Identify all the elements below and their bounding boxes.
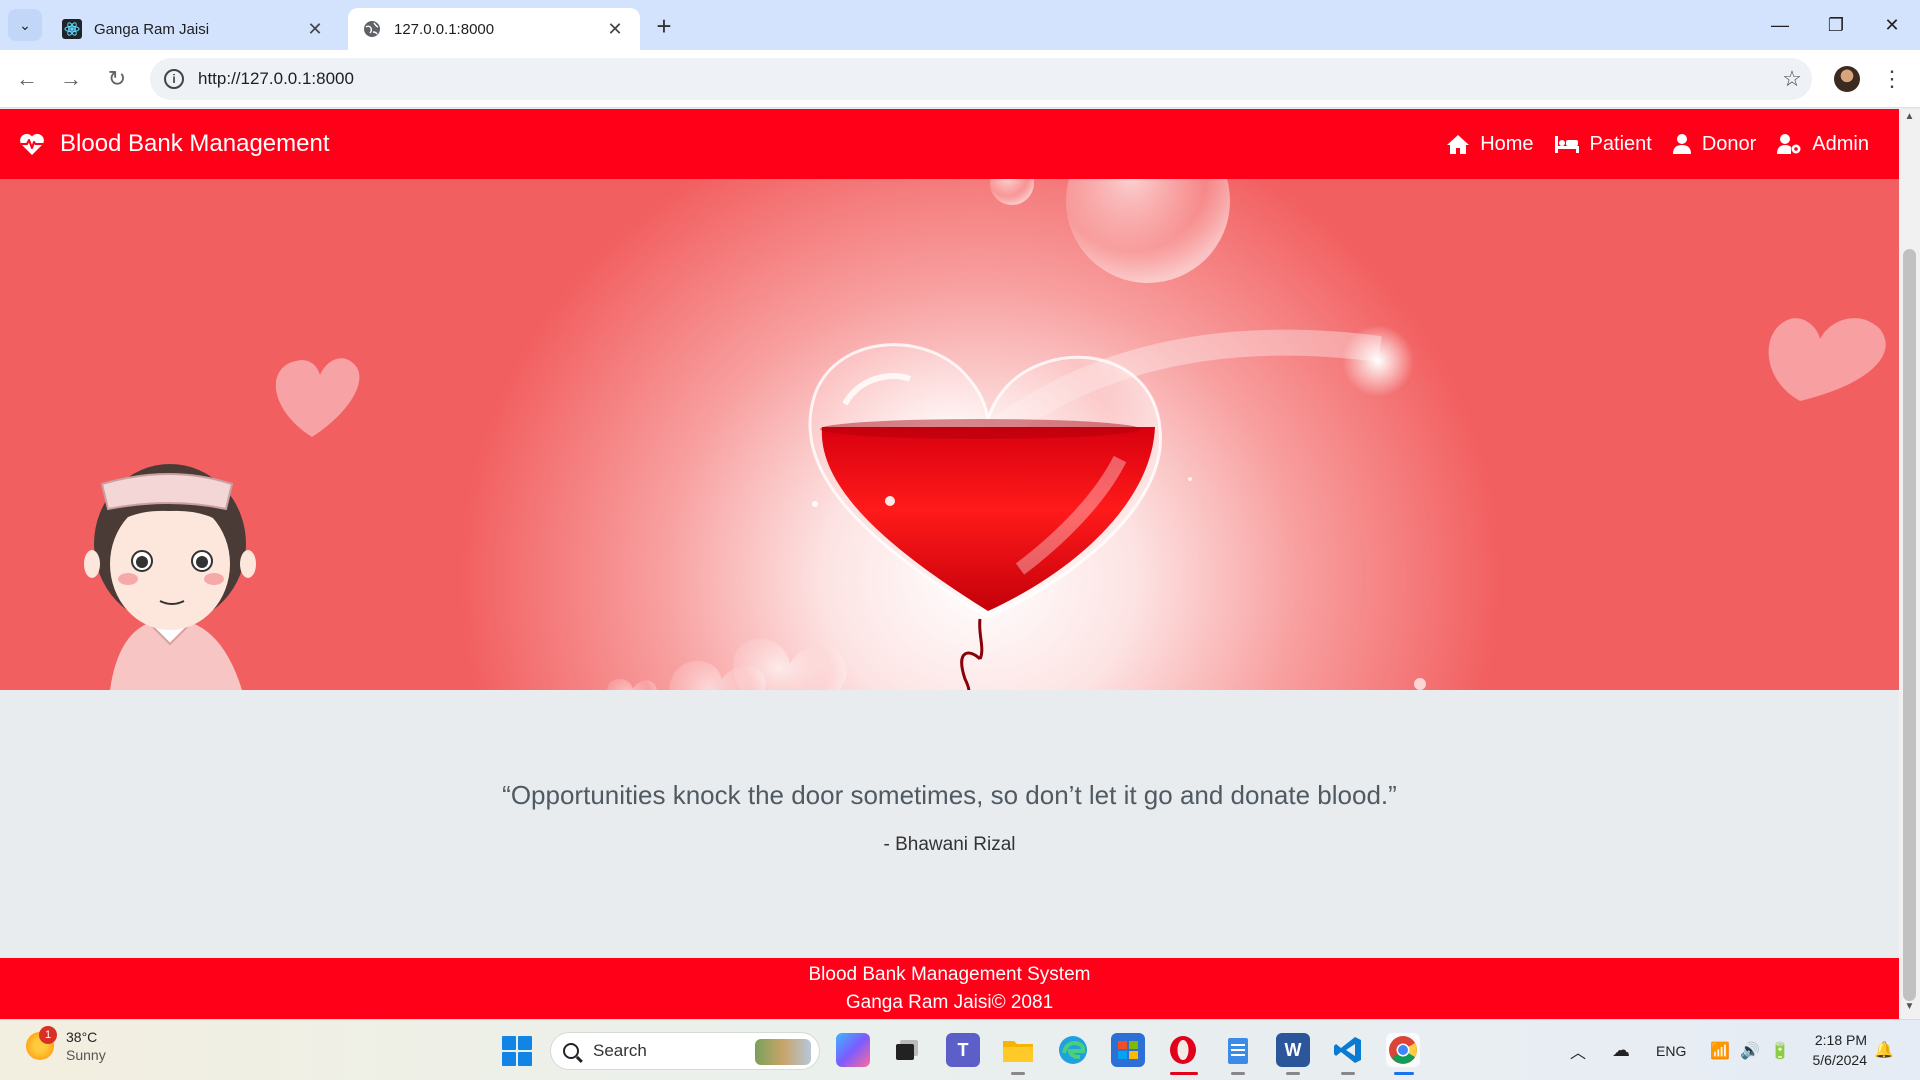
browser-menu-icon[interactable]: ⋮ <box>1881 64 1903 94</box>
taskbar: 1 38°C Sunny Search T W ︿ ☁ ENG 📶 🔊 🔋 2:… <box>0 1019 1920 1080</box>
back-icon[interactable]: ← <box>12 64 42 94</box>
running-indicator <box>1394 1072 1414 1075</box>
microsoft-store-icon[interactable] <box>1111 1033 1145 1067</box>
heart-balloon <box>808 343 1162 690</box>
language-indicator[interactable]: ENG <box>1656 1043 1686 1059</box>
vscode-icon[interactable] <box>1331 1033 1365 1067</box>
forward-icon[interactable]: → <box>56 64 86 94</box>
page-scrollbar[interactable]: ▲ ▼ <box>1899 109 1920 1019</box>
clock-time: 2:18 PM <box>1814 1032 1867 1048</box>
battery-icon[interactable]: 🔋 <box>1770 1041 1790 1061</box>
copilot-icon[interactable] <box>836 1033 870 1067</box>
bed-icon <box>1554 136 1579 153</box>
heartbeat-icon <box>20 133 44 155</box>
tab-title: 127.0.0.1:8000 <box>394 20 495 38</box>
hero-banner <box>0 179 1899 690</box>
nav-patient[interactable]: Patient <box>1554 133 1652 156</box>
notification-bell-icon[interactable]: 🔔 <box>1874 1040 1894 1060</box>
volume-icon[interactable]: 🔊 <box>1740 1041 1760 1061</box>
page-viewport: Blood Bank Management Home Patient Donor… <box>0 109 1899 1019</box>
tab-strip: ⌄ Ganga Ram Jaisi ✕ 127.0.0.1:8000 ✕ + —… <box>0 0 1920 50</box>
reload-icon[interactable]: ↻ <box>102 64 132 94</box>
nurse-illustration <box>84 464 256 690</box>
brand[interactable]: Blood Bank Management <box>18 130 330 158</box>
restore-icon[interactable]: ❐ <box>1808 0 1864 50</box>
search-highlight-image <box>755 1039 811 1065</box>
scroll-thumb[interactable] <box>1903 249 1916 1001</box>
edge-icon[interactable] <box>1056 1033 1090 1067</box>
address-bar[interactable]: i http://127.0.0.1:8000 ☆ <box>150 58 1812 100</box>
user-icon <box>1672 134 1691 154</box>
running-indicator <box>1231 1072 1245 1075</box>
clock[interactable]: 2:18 PM 5/6/2024 <box>1795 1030 1868 1070</box>
tab-title: Ganga Ram Jaisi <box>94 20 210 38</box>
close-icon[interactable]: ✕ <box>604 18 626 40</box>
windows-start-icon[interactable] <box>502 1036 532 1066</box>
close-icon[interactable]: ✕ <box>304 18 326 40</box>
nav-admin[interactable]: Admin <box>1776 133 1869 156</box>
running-indicator <box>1011 1072 1025 1075</box>
brand-title: Blood Bank Management <box>60 130 330 157</box>
system-tray: ︿ ☁ ENG 📶 🔊 🔋 <box>1570 1020 1790 1080</box>
search-icon <box>563 1043 579 1059</box>
chevron-up-icon[interactable]: ︿ <box>1570 1039 1586 1063</box>
sun-icon: 1 <box>26 1026 57 1060</box>
react-icon <box>62 19 82 39</box>
weather-temp: 38°C <box>66 1029 98 1045</box>
weather-condition: Sunny <box>66 1047 106 1063</box>
running-indicator <box>1286 1072 1300 1075</box>
scroll-up-icon[interactable]: ▲ <box>1903 111 1916 127</box>
site-info-icon[interactable]: i <box>164 69 184 89</box>
footer-copyright: Ganga Ram Jaisi© 2081 <box>845 992 1054 1013</box>
new-tab-button[interactable]: + <box>650 11 678 41</box>
chrome-icon[interactable] <box>1386 1033 1420 1067</box>
task-view-icon[interactable] <box>890 1033 924 1067</box>
browser-toolbar: ← → ↻ i http://127.0.0.1:8000 ☆ ⋮ <box>0 50 1920 108</box>
teams-icon[interactable]: T <box>946 1033 980 1067</box>
running-indicator <box>1341 1072 1355 1075</box>
bookmark-star-icon[interactable]: ☆ <box>1772 66 1812 92</box>
nav-admin-label: Admin <box>1812 132 1869 155</box>
url-text[interactable]: http://127.0.0.1:8000 <box>198 69 1772 89</box>
quote-text: “Opportunities knock the door sometimes,… <box>502 780 1397 810</box>
minimize-icon[interactable]: — <box>1752 0 1808 50</box>
footer: Blood Bank Management System Ganga Ram J… <box>0 958 1899 1019</box>
opera-icon[interactable] <box>1166 1033 1200 1067</box>
nav-home-label: Home <box>1480 132 1534 155</box>
notepad-icon[interactable] <box>1221 1033 1255 1067</box>
nav-home[interactable]: Home <box>1446 132 1534 156</box>
scroll-down-icon[interactable]: ▼ <box>1903 1001 1916 1017</box>
word-icon[interactable]: W <box>1276 1033 1310 1067</box>
running-indicator <box>1170 1072 1198 1075</box>
wifi-icon[interactable]: 📶 <box>1710 1041 1730 1061</box>
user-cog-icon <box>1777 134 1801 154</box>
notification-badge: 1 <box>39 1026 57 1044</box>
weather-widget[interactable]: 1 38°C Sunny <box>26 1026 106 1064</box>
tab-localhost[interactable]: 127.0.0.1:8000 ✕ <box>348 8 640 50</box>
chevron-down-icon: ⌄ <box>19 16 31 33</box>
nav-patient-label: Patient <box>1589 132 1652 155</box>
globe-icon <box>362 19 382 39</box>
close-window-icon[interactable]: ✕ <box>1864 0 1920 50</box>
tab-search-button[interactable]: ⌄ <box>8 9 42 41</box>
file-explorer-icon[interactable] <box>1001 1033 1035 1067</box>
nav-links: Home Patient Donor Admin <box>1426 109 1869 179</box>
navbar: Blood Bank Management Home Patient Donor… <box>0 109 1899 179</box>
profile-avatar[interactable] <box>1834 66 1860 92</box>
nav-donor-label: Donor <box>1701 132 1757 155</box>
nav-donor[interactable]: Donor <box>1672 133 1756 156</box>
home-icon <box>1447 135 1470 154</box>
window-controls: — ❐ ✕ <box>1752 0 1920 50</box>
onedrive-cloud-icon[interactable]: ☁ <box>1612 1040 1630 1061</box>
blood-donation-illustration <box>84 179 1886 690</box>
search-placeholder: Search <box>593 1041 647 1060</box>
quote-section: “Opportunities knock the door sometimes,… <box>0 690 1899 958</box>
taskbar-search[interactable]: Search <box>550 1032 820 1070</box>
tab-ganga-ram-jaisi[interactable]: Ganga Ram Jaisi ✕ <box>48 8 340 50</box>
footer-title: Blood Bank Management System <box>808 964 1091 985</box>
clock-date: 5/6/2024 <box>1812 1052 1868 1068</box>
quote-author: - Bhawani Rizal <box>883 834 1016 855</box>
